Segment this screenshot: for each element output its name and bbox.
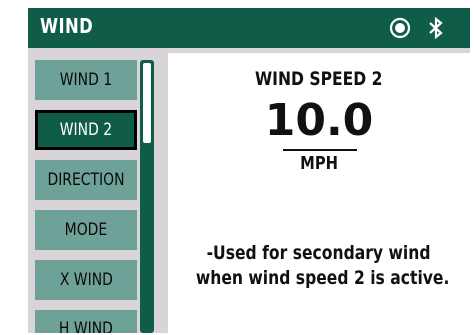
sidebar-item-h-wind[interactable]: H WIND [35, 310, 137, 333]
value-divider [283, 149, 357, 151]
sidebar-item-direction[interactable]: DIRECTION [35, 160, 137, 200]
sidebar-item-mode[interactable]: MODE [35, 210, 137, 250]
description-line-2: when wind speed 2 is active. [195, 267, 450, 289]
sidebar-item-x-wind[interactable]: X WIND [35, 260, 137, 300]
header-bar: WIND [28, 8, 470, 48]
detail-title: WIND SPEED 2 [168, 68, 470, 90]
bluetooth-icon[interactable] [427, 16, 445, 40]
sidebar-item-label: X WIND [59, 270, 113, 290]
detail-description: -Used for secondary wind when wind speed… [168, 241, 470, 291]
sidebar-item-label: H WIND [59, 319, 113, 333]
description-line-1: -Used for secondary wind [207, 242, 431, 264]
scrollbar-thumb[interactable] [143, 63, 151, 143]
sidebar-item-label: WIND 1 [59, 70, 113, 90]
detail-panel: WIND SPEED 2 10.0 MPH -Used for secondar… [168, 53, 470, 333]
detail-unit: MPH [168, 153, 470, 174]
sidebar-item-wind-2[interactable]: WIND 2 [35, 110, 137, 150]
detail-title-text: WIND SPEED 2 [255, 68, 383, 90]
record-icon[interactable] [389, 17, 411, 39]
sidebar-item-label: MODE [64, 220, 108, 240]
sidebar-item-label: DIRECTION [47, 170, 125, 190]
header-title: WIND [40, 14, 94, 38]
sidebar-item-wind-1[interactable]: WIND 1 [35, 60, 137, 100]
wind-screen: WIND WIND 1 WIND 2 DIRECTION MODE X WIND… [28, 8, 470, 333]
sidebar-item-label: WIND 2 [59, 120, 113, 140]
sidebar-scrollbar[interactable] [140, 60, 154, 333]
detail-unit-text: MPH [300, 153, 338, 174]
detail-value: 10.0 [264, 95, 374, 146]
